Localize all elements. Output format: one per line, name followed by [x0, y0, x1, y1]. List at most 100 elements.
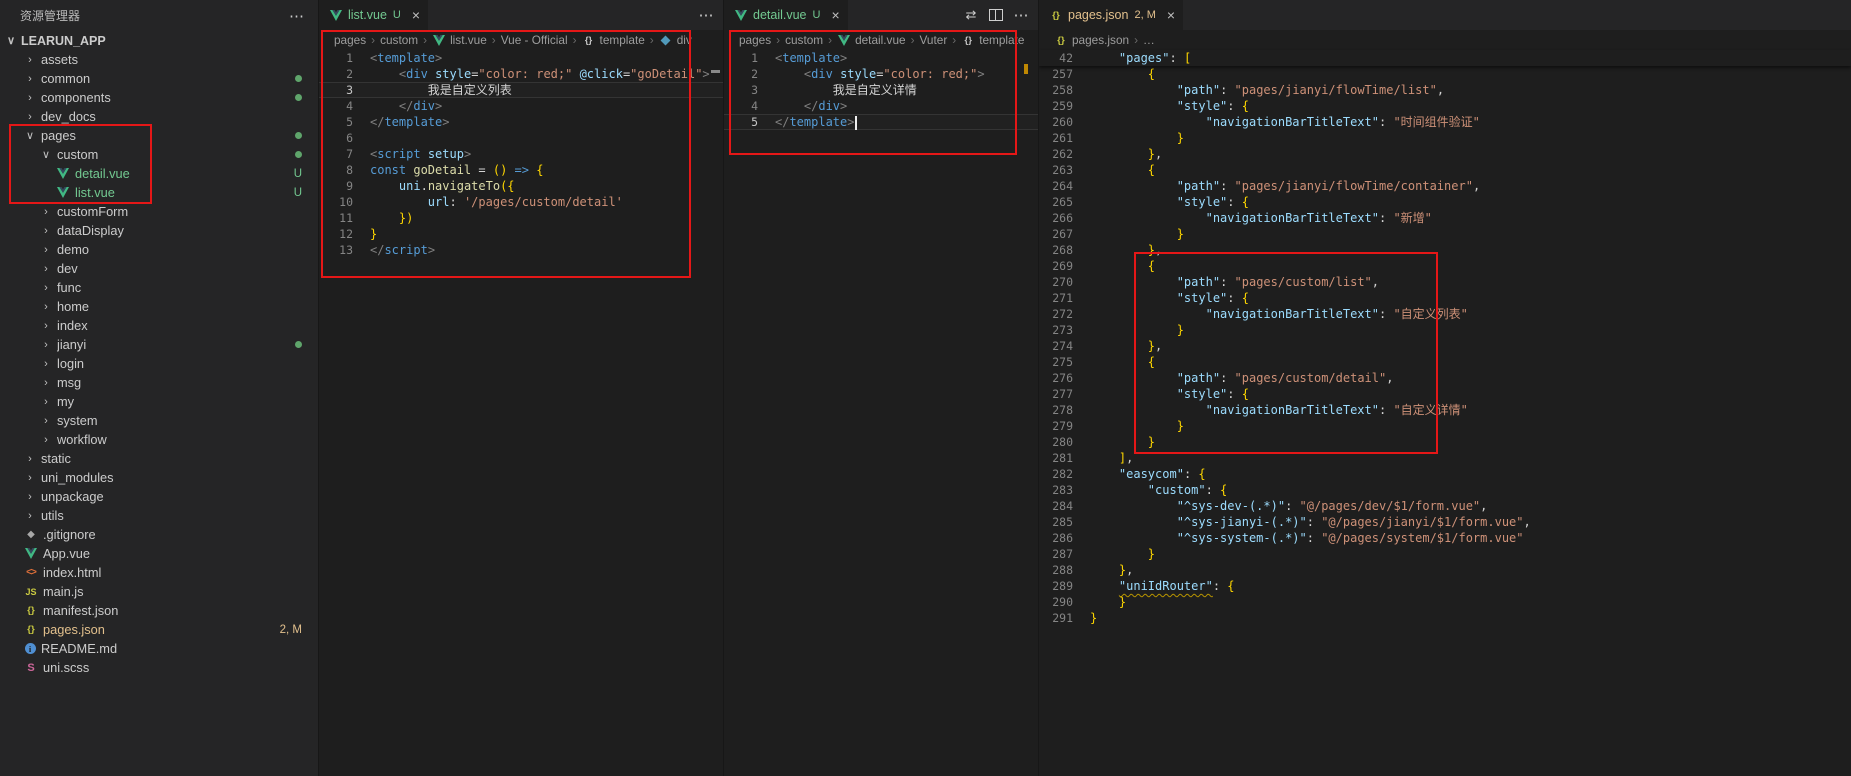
breadcrumb-div[interactable]: div	[659, 33, 692, 47]
tree-item-pages[interactable]: ∨pages	[0, 126, 318, 145]
tree-item-main.js[interactable]: JSmain.js	[0, 582, 318, 601]
breadcrumb-custom[interactable]: custom	[785, 33, 823, 47]
breadcrumb-pages[interactable]: pages	[739, 33, 771, 47]
code-line-269[interactable]: 269 {	[1039, 258, 1851, 274]
tree-item-dev_docs[interactable]: ›dev_docs	[0, 107, 318, 126]
code-line-284[interactable]: 284 "^sys-dev-(.*)": "@/pages/dev/$1/for…	[1039, 498, 1851, 514]
code-line-289[interactable]: 289 "uniIdRouter": {	[1039, 578, 1851, 594]
tree-item-assets[interactable]: ›assets	[0, 50, 318, 69]
code-line-1[interactable]: 1<template>	[724, 50, 1038, 66]
code-line-273[interactable]: 273 }	[1039, 322, 1851, 338]
code-line-2[interactable]: 2 <div style="color: red;">	[724, 66, 1038, 82]
tab-pages.json[interactable]: {}pages.json2, M×	[1039, 0, 1184, 30]
code-line-274[interactable]: 274 },	[1039, 338, 1851, 354]
code-line-276[interactable]: 276 "path": "pages/custom/detail",	[1039, 370, 1851, 386]
close-icon[interactable]: ×	[1167, 8, 1175, 22]
code-line-4[interactable]: 4 </div>	[319, 98, 723, 114]
tree-item-README.md[interactable]: README.md	[0, 639, 318, 658]
code-line-268[interactable]: 268 },	[1039, 242, 1851, 258]
code-line-271[interactable]: 271 "style": {	[1039, 290, 1851, 306]
close-icon[interactable]: ×	[412, 8, 420, 22]
tree-item-common[interactable]: ›common	[0, 69, 318, 88]
code-line-2[interactable]: 2 <div style="color: red;" @click="goDet…	[319, 66, 723, 82]
code-line-263[interactable]: 263 {	[1039, 162, 1851, 178]
tree-item-static[interactable]: ›static	[0, 449, 318, 468]
breadcrumb-detail.vue[interactable]: detail.vue	[837, 33, 906, 47]
code-line-282[interactable]: 282 "easycom": {	[1039, 466, 1851, 482]
tree-item-workflow[interactable]: ›workflow	[0, 430, 318, 449]
breadcrumb-…[interactable]: …	[1143, 33, 1155, 47]
code-line-5[interactable]: 5</template>	[724, 114, 1038, 130]
code-line-261[interactable]: 261 }	[1039, 130, 1851, 146]
code-line-262[interactable]: 262 },	[1039, 146, 1851, 162]
tree-item-jianyi[interactable]: ›jianyi	[0, 335, 318, 354]
tab-list.vue[interactable]: list.vueU×	[319, 0, 429, 30]
tree-item-func[interactable]: ›func	[0, 278, 318, 297]
tree-item-msg[interactable]: ›msg	[0, 373, 318, 392]
code-line-288[interactable]: 288 },	[1039, 562, 1851, 578]
code-line-287[interactable]: 287 }	[1039, 546, 1851, 562]
code-line-258[interactable]: 258 "path": "pages/jianyi/flowTime/list"…	[1039, 82, 1851, 98]
code-line-1[interactable]: 1<template>	[319, 50, 723, 66]
code-line-266[interactable]: 266 "navigationBarTitleText": "新增"	[1039, 210, 1851, 226]
code-line-42[interactable]: 42 "pages": [	[1039, 50, 1851, 66]
tree-item-custom[interactable]: ∨custom	[0, 145, 318, 164]
tree-item-uni.scss[interactable]: Suni.scss	[0, 658, 318, 677]
code-line-278[interactable]: 278 "navigationBarTitleText": "自定义详情"	[1039, 402, 1851, 418]
tree-item-manifest.json[interactable]: {}manifest.json	[0, 601, 318, 620]
code-line-11[interactable]: 11 })	[319, 210, 723, 226]
code-line-260[interactable]: 260 "navigationBarTitleText": "时间组件验证"	[1039, 114, 1851, 130]
code-line-281[interactable]: 281 ],	[1039, 450, 1851, 466]
code-line-8[interactable]: 8const goDetail = () => {	[319, 162, 723, 178]
more-icon[interactable]: ⋯	[699, 8, 713, 22]
code-line-9[interactable]: 9 uni.navigateTo({	[319, 178, 723, 194]
tree-item-unpackage[interactable]: ›unpackage	[0, 487, 318, 506]
tree-item-pages.json[interactable]: {}pages.json2, M	[0, 620, 318, 639]
tree-item-login[interactable]: ›login	[0, 354, 318, 373]
code-line-275[interactable]: 275 {	[1039, 354, 1851, 370]
code-line-6[interactable]: 6	[319, 130, 723, 146]
tree-item-home[interactable]: ›home	[0, 297, 318, 316]
breadcrumb-Vuter[interactable]: Vuter	[920, 33, 948, 47]
close-icon[interactable]: ×	[831, 8, 839, 22]
breadcrumb-template[interactable]: {}template	[582, 33, 645, 47]
code-line-265[interactable]: 265 "style": {	[1039, 194, 1851, 210]
tree-item-index.html[interactable]: <>index.html	[0, 563, 318, 582]
code-line-5[interactable]: 5</template>	[319, 114, 723, 130]
tree-item-utils[interactable]: ›utils	[0, 506, 318, 525]
tree-item-customForm[interactable]: ›customForm	[0, 202, 318, 221]
tree-item-system[interactable]: ›system	[0, 411, 318, 430]
code-line-277[interactable]: 277 "style": {	[1039, 386, 1851, 402]
code-line-259[interactable]: 259 "style": {	[1039, 98, 1851, 114]
code-line-257[interactable]: 257 {	[1039, 66, 1851, 82]
code-line-267[interactable]: 267 }	[1039, 226, 1851, 242]
code-line-13[interactable]: 13</script>	[319, 242, 723, 258]
tree-item-uni_modules[interactable]: ›uni_modules	[0, 468, 318, 487]
code-line-272[interactable]: 272 "navigationBarTitleText": "自定义列表"	[1039, 306, 1851, 322]
code-line-3[interactable]: 3 我是自定义列表	[319, 82, 723, 98]
code-line-3[interactable]: 3 我是自定义详情	[724, 82, 1038, 98]
tree-item-dataDisplay[interactable]: ›dataDisplay	[0, 221, 318, 240]
more-icon[interactable]: ⋯	[1014, 8, 1028, 22]
tree-item-App.vue[interactable]: App.vue	[0, 544, 318, 563]
root-folder[interactable]: ∨ LEARUN_APP	[0, 31, 318, 50]
tree-item-components[interactable]: ›components	[0, 88, 318, 107]
code-line-291[interactable]: 291}	[1039, 610, 1851, 626]
compare-icon[interactable]: ⇄	[964, 8, 978, 22]
code-line-4[interactable]: 4 </div>	[724, 98, 1038, 114]
code-line-280[interactable]: 280 }	[1039, 434, 1851, 450]
breadcrumb-list.vue[interactable]: list.vue	[432, 33, 487, 47]
code-line-12[interactable]: 12}	[319, 226, 723, 242]
breadcrumb-pages.json[interactable]: {}pages.json	[1054, 33, 1129, 47]
code-line-7[interactable]: 7<script setup>	[319, 146, 723, 162]
tree-item-my[interactable]: ›my	[0, 392, 318, 411]
tree-item-list.vue[interactable]: list.vueU	[0, 183, 318, 202]
code-area-1[interactable]: 1<template>2 <div style="color: red;" @c…	[319, 50, 723, 258]
code-line-279[interactable]: 279 }	[1039, 418, 1851, 434]
tab-detail.vue[interactable]: detail.vueU×	[724, 0, 849, 30]
tree-item-detail.vue[interactable]: detail.vueU	[0, 164, 318, 183]
breadcrumb-pages[interactable]: pages	[334, 33, 366, 47]
code-line-283[interactable]: 283 "custom": {	[1039, 482, 1851, 498]
tree-item-demo[interactable]: ›demo	[0, 240, 318, 259]
tree-item-dev[interactable]: ›dev	[0, 259, 318, 278]
